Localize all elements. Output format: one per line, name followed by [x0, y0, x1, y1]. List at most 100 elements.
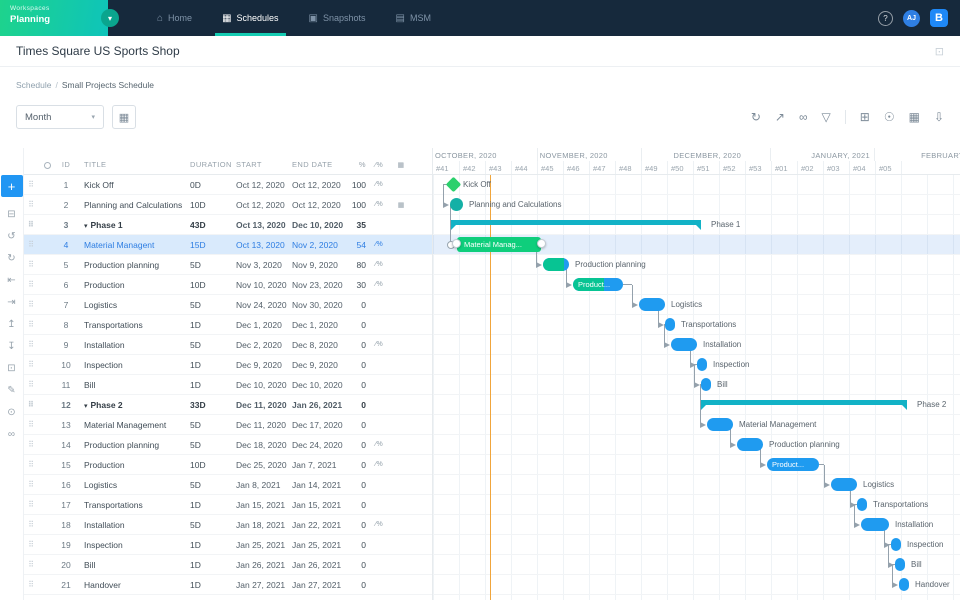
table-row[interactable]: ⠿ 17 Transportations 1D Jan 15, 2021 Jan 15, … — [24, 495, 432, 515]
task-bar[interactable] — [891, 538, 901, 551]
drag-handle-icon[interactable]: ⠿ — [24, 460, 38, 469]
snapshot-button[interactable]: ⊙ — [1, 401, 23, 423]
breadcrumb-section[interactable]: Schedule — [16, 80, 51, 90]
table-row[interactable]: ⠿ 4 Material Managent 15D Oct 13, 2020 Nov 2,… — [24, 235, 432, 255]
table-row[interactable]: ⠿ 10 Inspection 1D Dec 9, 2020 Dec 9, 2020 0 — [24, 355, 432, 375]
drag-handle-icon[interactable]: ⠿ — [24, 480, 38, 489]
avatar[interactable]: AJ — [903, 9, 920, 27]
col-percent[interactable]: % — [348, 160, 368, 169]
nav-tab-home[interactable]: ⌂ Home — [142, 0, 207, 36]
task-bar[interactable] — [450, 198, 463, 211]
table-row[interactable]: ⠿ 18 Installation 5D Jan 18, 2021 Jan 22, 202… — [24, 515, 432, 535]
col-start[interactable]: START — [236, 160, 292, 169]
col-end[interactable]: END DATE — [292, 160, 348, 169]
task-bar[interactable] — [857, 498, 867, 511]
move-down-button[interactable]: ↧ — [1, 335, 23, 357]
table-row[interactable]: ⠿ 2 Planning and Calculations 10D Oct 12, 20… — [24, 195, 432, 215]
task-bar[interactable] — [665, 318, 675, 331]
table-row[interactable]: ⠿ 14 Production planning 5D Dec 18, 2020 Dec … — [24, 435, 432, 455]
drag-handle-icon[interactable]: ⠿ — [24, 380, 38, 389]
drag-handle-icon[interactable]: ⠿ — [24, 240, 38, 249]
task-bar[interactable] — [543, 258, 569, 271]
table-row[interactable]: ⠿ 11 Bill 1D Dec 10, 2020 Dec 10, 2020 0 — [24, 375, 432, 395]
task-bar[interactable] — [899, 578, 909, 591]
grid-view-icon[interactable]: ⊞ — [860, 110, 870, 124]
outdent-button[interactable]: ⇤ — [1, 269, 23, 291]
export-icon[interactable]: ⇩ — [934, 110, 944, 124]
drag-handle-icon[interactable]: ⠿ — [24, 180, 38, 189]
task-bar[interactable]: Product... — [573, 278, 623, 291]
task-bar[interactable] — [697, 358, 707, 371]
table-row[interactable]: ⠿ 1 Kick Off 0D Oct 12, 2020 Oct 12, 2020 100 ∕… — [24, 175, 432, 195]
drag-handle-icon[interactable]: ⠿ — [24, 220, 38, 229]
task-bar[interactable] — [895, 558, 905, 571]
undo-button[interactable]: ↺ — [1, 225, 23, 247]
add-task-button[interactable]: + — [0, 175, 23, 197]
table-row[interactable]: ⠿ 5 Production planning 5D Nov 3, 2020 Nov 9,… — [24, 255, 432, 275]
nav-tab-snapshots[interactable]: ▣ Snapshots — [294, 0, 381, 36]
workspace-expand-button[interactable]: ▾ — [101, 9, 119, 27]
edit-button[interactable]: ✎ — [1, 379, 23, 401]
table-row[interactable]: ⠿ 13 Material Management 5D Dec 11, 2020 Dec … — [24, 415, 432, 435]
drag-handle-icon[interactable]: ⠿ — [24, 200, 38, 209]
share-icon[interactable]: ↗ — [775, 110, 785, 124]
task-bar[interactable] — [701, 378, 711, 391]
resize-handle-right[interactable] — [537, 239, 546, 248]
table-row[interactable]: ⠿ 7 Logistics 5D Nov 24, 2020 Nov 30, 2020 0 — [24, 295, 432, 315]
task-bar[interactable] — [831, 478, 857, 491]
task-bar[interactable] — [861, 518, 889, 531]
redo-button[interactable]: ↻ — [1, 247, 23, 269]
table-row[interactable]: ⠿ 9 Installation 5D Dec 2, 2020 Dec 8, 2020 0 ∕… — [24, 335, 432, 355]
resize-handle-left[interactable] — [452, 239, 461, 248]
col-duration[interactable]: DURATION — [188, 160, 236, 169]
table-row[interactable]: ⠿ 16 Logistics 5D Jan 8, 2021 Jan 14, 2021 0 — [24, 475, 432, 495]
table-row[interactable]: ⠿ 21 Handover 1D Jan 27, 2021 Jan 27, 2021 0 — [24, 575, 432, 595]
table-row[interactable]: ⠿ 6 Production 10D Nov 10, 2020 Nov 23, 2020 3… — [24, 275, 432, 295]
drag-handle-icon[interactable]: ⠿ — [24, 260, 38, 269]
help-button[interactable]: ? — [878, 10, 893, 26]
col-id[interactable]: ID — [56, 160, 76, 169]
indent-button[interactable]: ⇥ — [1, 291, 23, 313]
delete-button[interactable]: ⊟ — [1, 203, 23, 225]
col-title[interactable]: TITLE — [76, 160, 188, 169]
sync-icon[interactable]: ↻ — [751, 110, 761, 124]
drag-handle-icon[interactable]: ⠿ — [24, 420, 38, 429]
task-bar[interactable] — [737, 438, 763, 451]
link-icon[interactable]: ∞ — [799, 110, 808, 124]
drag-handle-icon[interactable]: ⠿ — [24, 580, 38, 589]
calendar-icon[interactable]: ▦ — [909, 110, 920, 124]
filter-icon[interactable]: ▽ — [822, 110, 831, 124]
task-bar[interactable] — [639, 298, 665, 311]
drag-handle-icon[interactable]: ⠿ — [24, 360, 38, 369]
link-tasks-button[interactable]: ∞ — [1, 423, 23, 445]
drag-handle-icon[interactable]: ⠿ — [24, 400, 38, 409]
task-bar[interactable] — [707, 418, 733, 431]
drag-handle-icon[interactable]: ⠿ — [24, 520, 38, 529]
task-bar[interactable]: Product... — [767, 458, 819, 471]
drag-handle-icon[interactable]: ⠿ — [24, 540, 38, 549]
drag-handle-icon[interactable]: ⠿ — [24, 320, 38, 329]
move-up-button[interactable]: ↥ — [1, 313, 23, 335]
selected-task-bar[interactable]: Material Manag... — [452, 237, 546, 252]
workspace-switcher[interactable]: Workspaces Planning — [0, 0, 108, 36]
drag-handle-icon[interactable]: ⠿ — [24, 340, 38, 349]
collapse-caret-icon[interactable]: ▾ — [84, 223, 88, 230]
table-row[interactable]: ⠿ 8 Transportations 1D Dec 1, 2020 Dec 1, 202… — [24, 315, 432, 335]
table-row[interactable]: ⠿ 19 Inspection 1D Jan 25, 2021 Jan 25, 2021 0 — [24, 535, 432, 555]
calendar-view-button[interactable]: ▦ — [112, 105, 136, 129]
drag-handle-icon[interactable]: ⠿ — [24, 280, 38, 289]
table-row[interactable]: ⠿ 15 Production 10D Dec 25, 2020 Jan 7, 2021 0… — [24, 455, 432, 475]
phase-summary-bar[interactable] — [701, 400, 907, 410]
table-row[interactable]: ⠿ 3 ▾ Phase 1 43D Oct 13, 2020 Dec 10, 2020 35 — [24, 215, 432, 235]
phase-summary-bar[interactable] — [451, 220, 701, 230]
drag-handle-icon[interactable]: ⠿ — [24, 500, 38, 509]
nav-tab-schedules[interactable]: ▦ Schedules — [207, 0, 293, 36]
user-icon[interactable]: ☉ — [884, 110, 895, 124]
expand-button[interactable]: ⊡ — [1, 357, 23, 379]
table-row[interactable]: ⠿ 20 Bill 1D Jan 26, 2021 Jan 26, 2021 0 — [24, 555, 432, 575]
view-mode-select[interactable]: Month ▾ — [16, 105, 104, 129]
drag-handle-icon[interactable]: ⠿ — [24, 300, 38, 309]
task-bar[interactable] — [671, 338, 697, 351]
drag-handle-icon[interactable]: ⠿ — [24, 560, 38, 569]
table-row[interactable]: ⠿ 12 ▾ Phase 2 33D Dec 11, 2020 Jan 26, 2021 0 — [24, 395, 432, 415]
